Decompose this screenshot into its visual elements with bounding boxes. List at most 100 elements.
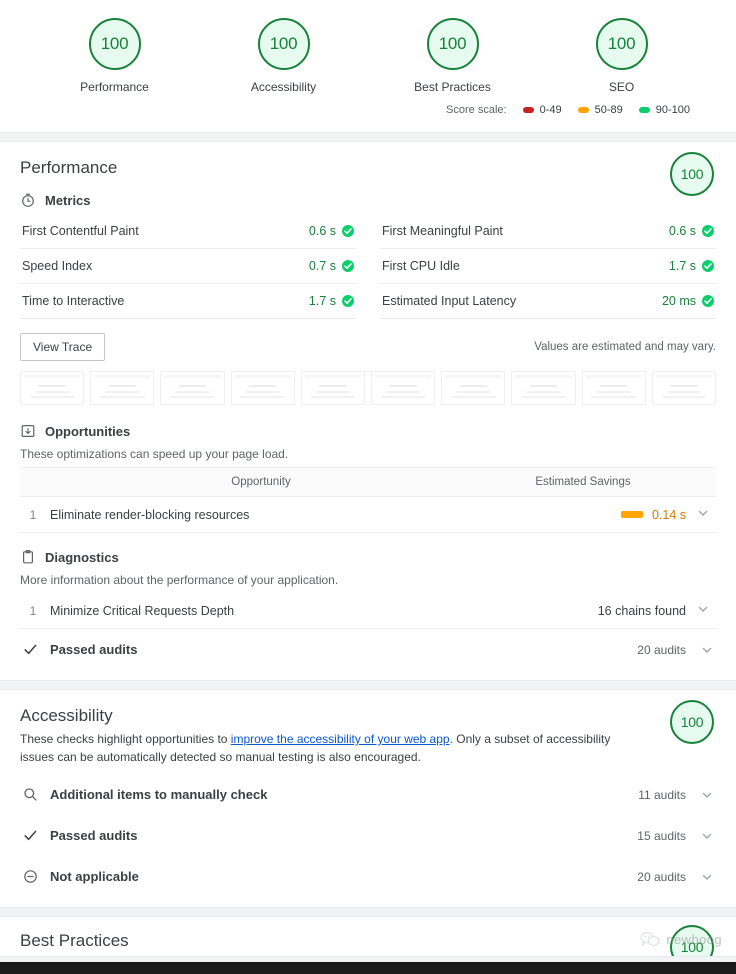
savings-wrap: 0.14 s xyxy=(620,508,686,522)
category-score-performance-value: 100 xyxy=(680,166,704,182)
filmstrip-frame[interactable] xyxy=(300,371,366,405)
metric-row[interactable]: First Contentful Paint 0.6 s xyxy=(20,214,356,249)
metric-row[interactable]: First Meaningful Paint 0.6 s xyxy=(380,214,716,249)
category-accessibility: Accessibility 100 These checks highlight… xyxy=(0,690,736,907)
metric-name: Speed Index xyxy=(22,259,93,273)
page-title-accessibility: Accessibility xyxy=(20,706,113,725)
row-index: 1 xyxy=(20,496,46,533)
filmstrip-frame[interactable] xyxy=(160,371,225,405)
audit-group-not-applicable[interactable]: Not applicable 20 audits xyxy=(20,856,716,897)
trace-row: View Trace Values are estimated and may … xyxy=(20,333,716,361)
opportunities-description: These optimizations can speed up your pa… xyxy=(20,447,289,461)
swatch-average xyxy=(577,107,589,113)
chevron-down-icon[interactable] xyxy=(700,829,714,843)
category-score-best-practices-value: 100 xyxy=(680,939,704,955)
category-score-performance[interactable]: 100 xyxy=(670,152,714,196)
section-divider-2 xyxy=(0,680,736,690)
metric-value-wrap: 20 ms xyxy=(662,294,714,308)
gauge-row: 100 Performance 100 Accessibility 100 Be… xyxy=(0,18,736,94)
metric-row[interactable]: Time to Interactive 1.7 s xyxy=(20,284,356,319)
metric-name: Time to Interactive xyxy=(22,294,125,308)
row-expand-cell[interactable] xyxy=(690,496,716,533)
gauge-accessibility[interactable]: 100 Accessibility xyxy=(209,18,359,94)
row-savings-cell: 0.14 s xyxy=(475,496,690,533)
audit-group-right: 20 audits xyxy=(637,870,714,884)
metric-value: 20 ms xyxy=(661,294,696,308)
gauge-best-practices[interactable]: 100 Best Practices xyxy=(378,18,528,94)
subsection-opportunities: Opportunities xyxy=(20,423,716,439)
gauge-label-accessibility: Accessibility xyxy=(250,80,317,94)
score-scale-pass: 90-100 xyxy=(638,104,690,116)
metric-value-wrap: 0.7 s xyxy=(309,259,354,273)
filmstrip-frame[interactable] xyxy=(20,371,85,405)
gauge-label-performance: Performance xyxy=(80,80,149,94)
gauge-performance[interactable]: 100 Performance xyxy=(40,18,190,94)
swatch-fail xyxy=(522,107,534,113)
accessibility-description: These checks highlight opportunities to … xyxy=(20,730,716,766)
audit-group-right: 11 audits xyxy=(638,788,714,802)
metric-name: First CPU Idle xyxy=(382,259,460,273)
audit-group-right: 15 audits xyxy=(637,829,714,843)
score-scale-fail: 0-49 xyxy=(522,104,562,116)
check-icon xyxy=(22,641,39,658)
table-row[interactable]: 1 Minimize Critical Requests Depth 16 ch… xyxy=(20,593,716,629)
metric-row[interactable]: Speed Index 0.7 s xyxy=(20,249,356,284)
savings-bar xyxy=(620,511,643,519)
filmstrip-frame[interactable] xyxy=(651,371,717,405)
audit-group-passed-performance[interactable]: Passed audits 20 audits xyxy=(20,629,716,670)
diagnostics-table: 1 Minimize Critical Requests Depth 16 ch… xyxy=(20,593,716,629)
audit-group-left: Passed audits xyxy=(22,827,137,844)
row-expand-cell[interactable] xyxy=(690,593,716,629)
filmstrip-frame[interactable] xyxy=(511,371,576,405)
audit-group-label: Additional items to manually check xyxy=(50,787,268,802)
audit-group-left: Not applicable xyxy=(22,868,139,885)
check-icon xyxy=(342,225,354,237)
score-scale-average-range: 50-89 xyxy=(594,104,623,116)
category-score-accessibility[interactable]: 100 xyxy=(670,700,714,744)
category-performance: Performance 100 Metrics First Contentful… xyxy=(0,142,736,680)
audit-group-count: 15 audits xyxy=(637,828,686,843)
diagnostics-description: More information about the performance o… xyxy=(20,573,339,587)
metric-value: 1.7 s xyxy=(308,294,336,308)
chevron-down-icon[interactable] xyxy=(700,643,714,657)
filmstrip-frame[interactable] xyxy=(581,371,646,405)
clipboard-icon xyxy=(20,549,36,565)
metric-row[interactable]: Estimated Input Latency 20 ms xyxy=(380,284,716,319)
accessibility-help-link[interactable]: improve the accessibility of your web ap… xyxy=(231,732,450,746)
gauge-score-seo: 100 xyxy=(607,34,636,53)
chevron-down-icon[interactable] xyxy=(700,870,714,884)
audit-group-count: 20 audits xyxy=(637,869,686,884)
table-row[interactable]: 1 Eliminate render-blocking resources 0.… xyxy=(20,496,716,533)
filmstrip-frame[interactable] xyxy=(230,371,295,405)
audit-group-passed-accessibility[interactable]: Passed audits 15 audits xyxy=(20,815,716,856)
score-scale-fail-range: 0-49 xyxy=(539,104,562,116)
metric-name: Estimated Input Latency xyxy=(382,294,517,308)
audit-group-left: Additional items to manually check xyxy=(22,786,267,803)
check-icon xyxy=(22,827,39,844)
check-icon xyxy=(342,295,354,307)
row-opportunity-name: Eliminate render-blocking resources xyxy=(46,496,476,533)
gauge-seo[interactable]: 100 SEO xyxy=(547,18,697,94)
chevron-down-icon[interactable] xyxy=(700,788,714,802)
filmstrip-frame[interactable] xyxy=(90,371,155,405)
row-index: 1 xyxy=(20,593,46,629)
filmstrip-frame[interactable] xyxy=(371,371,436,405)
metric-row[interactable]: First CPU Idle 1.7 s xyxy=(380,249,716,284)
metric-value-wrap: 1.7 s xyxy=(309,294,354,308)
metric-value: 0.6 s xyxy=(668,224,696,238)
metric-name: First Meaningful Paint xyxy=(382,224,503,238)
filmstrip-frame[interactable] xyxy=(441,371,506,405)
gauge-circle-performance: 100 xyxy=(88,18,141,70)
chevron-down-icon[interactable] xyxy=(696,602,710,616)
metric-value-wrap: 1.7 s xyxy=(669,259,714,273)
check-icon xyxy=(702,260,714,272)
stopwatch-icon xyxy=(20,192,36,208)
metric-name: First Contentful Paint xyxy=(22,224,139,238)
audit-group-manual-check[interactable]: Additional items to manually check 11 au… xyxy=(20,774,716,815)
audit-group-label: Passed audits xyxy=(50,828,138,843)
view-trace-button[interactable]: View Trace xyxy=(20,333,106,361)
check-icon xyxy=(702,295,714,307)
bottom-bar xyxy=(0,962,736,974)
chevron-down-icon[interactable] xyxy=(696,506,710,520)
table-header-row: Opportunity Estimated Savings xyxy=(20,467,716,497)
